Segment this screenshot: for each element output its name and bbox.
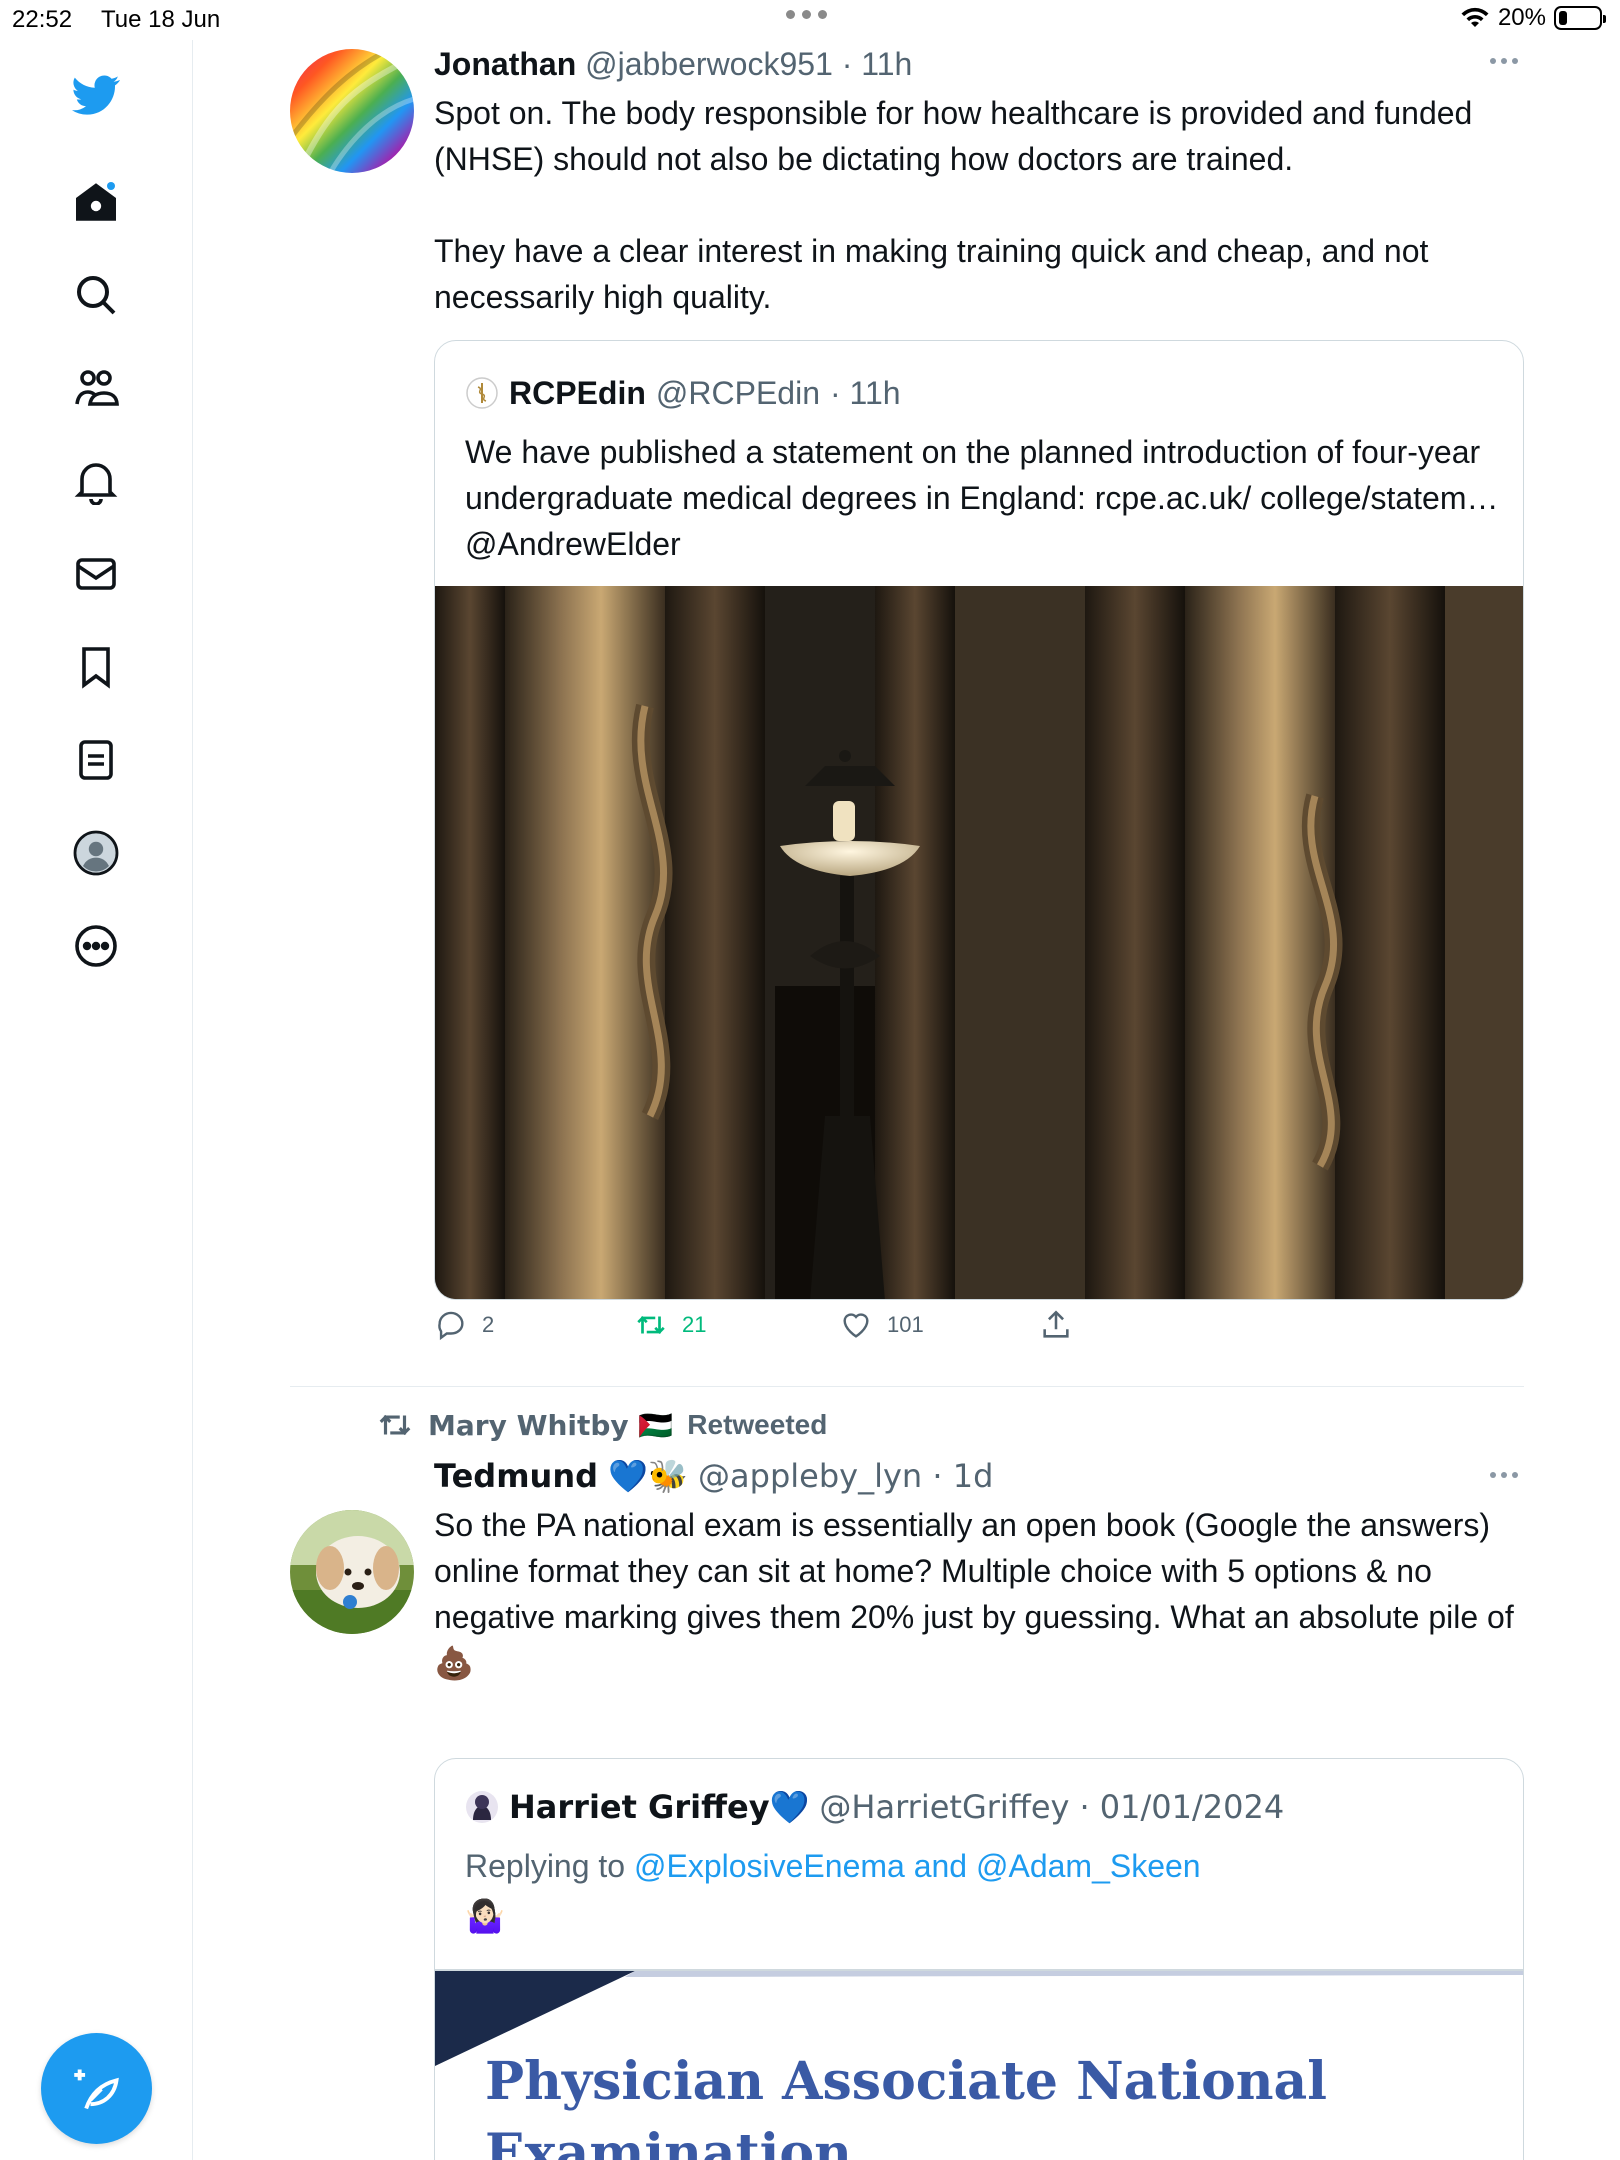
tweet-content: Jonathan @jabberwock951 · 11h Spot on. T…: [434, 40, 1524, 320]
retweeter-name[interactable]: Mary Whitby 🇵🇸: [428, 1409, 673, 1442]
sidebar: [0, 40, 193, 2160]
avatar: [466, 1791, 498, 1823]
tweet-actions: 2 21 101: [434, 1308, 1073, 1342]
quote-time: · 01/01/2024: [1079, 1788, 1285, 1826]
status-time: 22:52: [12, 6, 73, 33]
reply-count: 2: [482, 1312, 495, 1337]
tweet-content: Tedmund 💙🐝 @appleby_lyn · 1d So the PA n…: [434, 1454, 1524, 1686]
author-name[interactable]: Tedmund: [434, 1457, 598, 1495]
tweet-text: Spot on. The body responsible for how he…: [434, 90, 1524, 320]
author-emoji: 💙🐝: [608, 1457, 688, 1495]
quote-author-name: Harriet Griffey: [509, 1788, 770, 1826]
author-handle[interactable]: @appleby_lyn: [698, 1457, 922, 1495]
quote-author-name: RCPEdin: [509, 375, 646, 411]
share-icon: [1043, 1310, 1069, 1338]
quote-text: 🤷🏻‍♀️: [465, 1897, 505, 1935]
tweet-divider: [290, 1386, 1524, 1387]
retweeted-label: Retweeted: [687, 1409, 828, 1440]
quote-time: · 11h: [829, 375, 901, 411]
quote-image[interactable]: [435, 586, 1523, 1299]
like-button[interactable]: 101: [839, 1308, 1039, 1342]
twitter-logo-icon[interactable]: [62, 61, 130, 129]
quoted-tweet[interactable]: Harriet Griffey 💙 @HarrietGriffey · 01/0…: [434, 1758, 1524, 2160]
battery-percent: 20%: [1497, 4, 1546, 31]
wifi-icon: [1461, 7, 1489, 27]
tweet[interactable]: Jonathan @jabberwock951 · 11h Spot on. T…: [290, 40, 1524, 1390]
multitasking-dots[interactable]: [786, 10, 827, 19]
tweet-header: Jonathan @jabberwock951 · 11h: [434, 42, 1524, 86]
bookmark-icon[interactable]: [62, 633, 130, 701]
communities-icon[interactable]: [62, 354, 130, 422]
more-options-icon[interactable]: [1490, 1472, 1518, 1478]
avatar[interactable]: [290, 1510, 414, 1634]
image-title-line1: Physician Associate National: [485, 2051, 1328, 2112]
reply-icon: [438, 1311, 464, 1341]
retweeted-by-line: Mary Whitby 🇵🇸 Retweeted: [376, 1406, 827, 1444]
home-icon[interactable]: [62, 168, 130, 236]
status-bar: 22:52 Tue 18 Jun 20%: [0, 0, 1620, 40]
retweet-button[interactable]: 21: [634, 1308, 839, 1342]
image-title-line2: Examination: [485, 2123, 852, 2160]
tweet-time[interactable]: · 11h: [842, 46, 913, 82]
quote-header: RCPEdin @RCPEdin · 11h: [465, 371, 901, 415]
more-options-icon[interactable]: [1490, 58, 1518, 64]
feather-plus-icon: [73, 2069, 119, 2109]
quote-author-handle: @RCPEdin: [655, 375, 820, 411]
quote-header: Harriet Griffey 💙 @HarrietGriffey · 01/0…: [465, 1785, 1284, 1829]
retweet-icon: [637, 1316, 665, 1334]
like-count: 101: [887, 1312, 924, 1337]
retweet-count: 21: [682, 1312, 707, 1337]
heart-icon: [843, 1313, 869, 1338]
compose-tweet-button[interactable]: [41, 2033, 152, 2144]
status-indicators: 20%: [1460, 4, 1606, 32]
replying-label: Replying to: [465, 1848, 626, 1884]
retweet-icon: [379, 1414, 411, 1436]
quote-author-emoji: 💙: [769, 1788, 810, 1826]
quote-image[interactable]: Physician Associate National Examination: [435, 1969, 1523, 2160]
search-icon[interactable]: [62, 261, 130, 329]
list-icon[interactable]: [62, 726, 130, 794]
tweet[interactable]: Mary Whitby 🇵🇸 Retweeted Tedmund 💙🐝 @app…: [290, 1406, 1524, 2160]
bell-icon[interactable]: [62, 447, 130, 515]
replying-to-handles[interactable]: @ExplosiveEnema and @Adam_Skeen: [634, 1848, 1201, 1884]
tweet-text: So the PA national exam is essentially a…: [434, 1507, 1514, 1681]
more-circle-icon[interactable]: [62, 912, 130, 980]
envelope-icon[interactable]: [62, 540, 130, 608]
author-handle[interactable]: @jabberwock951: [585, 46, 833, 82]
share-button[interactable]: [1039, 1308, 1073, 1342]
battery-icon: [1554, 6, 1606, 30]
rcpe-logo-icon: [466, 377, 498, 409]
reply-button[interactable]: 2: [434, 1308, 634, 1342]
tweet-header: Tedmund 💙🐝 @appleby_lyn · 1d: [434, 1454, 1524, 1498]
quoted-tweet[interactable]: RCPEdin @RCPEdin · 11h We have published…: [434, 340, 1524, 1300]
replying-to: Replying to @ExplosiveEnema and @Adam_Sk…: [465, 1843, 1505, 1889]
tweet-text-p2: They have a clear interest in making tra…: [434, 233, 1429, 315]
status-date: Tue 18 Jun: [101, 6, 221, 33]
tweet-time[interactable]: · 1d: [932, 1457, 993, 1495]
quote-text: We have published a statement on the pla…: [465, 434, 1499, 562]
avatar[interactable]: [290, 49, 414, 173]
author-name[interactable]: Jonathan: [434, 46, 576, 82]
tweet-text-p1: Spot on. The body responsible for how he…: [434, 95, 1473, 177]
avatar-icon[interactable]: [62, 819, 130, 887]
quote-author-handle: @HarrietGriffey: [819, 1788, 1070, 1826]
